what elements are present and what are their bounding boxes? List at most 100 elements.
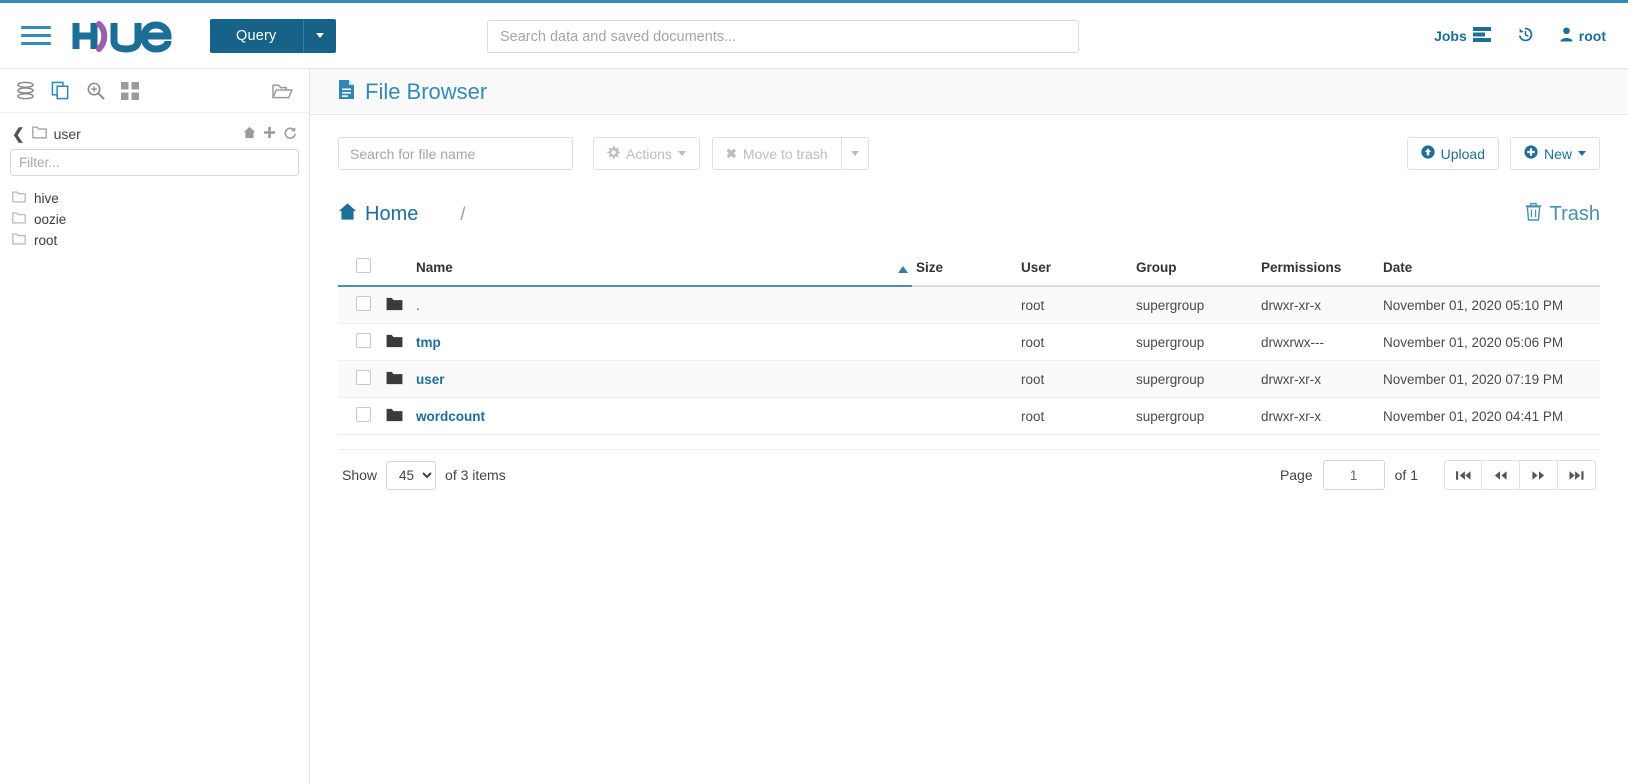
file-search-input[interactable] (338, 137, 573, 170)
assist-tree-item-oozie[interactable]: oozie (12, 209, 309, 230)
user-nav-item[interactable]: root (1560, 26, 1606, 45)
move-to-trash-button[interactable]: ✖ Move to trash (711, 137, 842, 170)
trash-link[interactable]: Trash (1525, 202, 1600, 227)
query-button[interactable]: Query (210, 18, 303, 53)
of-pages-label: of 1 (1394, 467, 1418, 483)
plus-icon[interactable] (263, 126, 276, 142)
row-checkbox[interactable] (356, 370, 371, 385)
table-row[interactable]: user root supergroup drwxr-xr-x November… (338, 360, 1600, 398)
row-date-cell: November 01, 2020 04:41 PM (1379, 397, 1600, 435)
user-icon (1560, 26, 1573, 45)
assist-breadcrumb-actions (243, 126, 297, 143)
breadcrumb-home[interactable]: Home (338, 202, 418, 227)
row-permissions-cell[interactable]: drwxr-xr-x (1257, 286, 1379, 324)
next-page-icon[interactable] (1520, 460, 1558, 490)
column-header-user-label: User (1021, 259, 1052, 275)
sort-ascending-icon (898, 261, 916, 276)
assist-tree-item-root[interactable]: root (12, 230, 309, 251)
column-header-size[interactable]: Size (898, 252, 1017, 287)
column-header-group-label: Group (1136, 259, 1177, 275)
column-header-group[interactable]: Group (1132, 252, 1257, 287)
folder-icon (12, 191, 26, 206)
move-to-trash-group: ✖ Move to trash (711, 137, 869, 170)
file-name[interactable]: user (416, 372, 445, 387)
home-icon[interactable] (243, 126, 256, 142)
assist-icon-toolbar (0, 69, 309, 113)
file-name[interactable]: . (416, 298, 420, 313)
file-name[interactable]: wordcount (416, 409, 485, 424)
file-toolbar: Actions ✖ Move to trash (338, 137, 1600, 170)
assist-tree-item-label: root (34, 233, 58, 248)
row-user-cell: root (1017, 397, 1132, 435)
table-pager: Show 45 of 3 items Page of 1 (338, 449, 1600, 490)
refresh-icon[interactable] (283, 126, 297, 143)
hue-logo[interactable] (62, 19, 182, 53)
folder-icon (386, 334, 403, 351)
query-button-group: Query (210, 18, 336, 53)
row-permissions-cell[interactable]: drwxr-xr-x (1257, 360, 1379, 398)
assist-filter-input[interactable] (10, 149, 299, 176)
upload-button[interactable]: Upload (1406, 137, 1499, 170)
column-header-user[interactable]: User (1017, 252, 1132, 287)
search-plus-icon[interactable] (86, 81, 105, 100)
column-header-permissions[interactable]: Permissions (1257, 252, 1379, 287)
open-folder-icon[interactable] (272, 81, 293, 100)
column-header-name-label: Name (416, 259, 453, 275)
documents-icon[interactable] (51, 81, 70, 100)
column-header-name[interactable]: Name (412, 252, 912, 287)
chevron-down-icon (850, 151, 859, 156)
table-row[interactable]: tmp root supergroup drwxrwx--- November … (338, 323, 1600, 361)
move-to-trash-label: Move to trash (742, 145, 828, 162)
row-group-cell: supergroup (1132, 397, 1257, 435)
row-permissions-cell[interactable]: drwxrwx--- (1257, 323, 1379, 361)
row-checkbox[interactable] (356, 333, 371, 348)
column-header-date[interactable]: Date (1379, 252, 1600, 287)
move-to-trash-dropdown-toggle[interactable] (841, 137, 869, 170)
first-page-icon[interactable] (1444, 460, 1482, 490)
actions-button[interactable]: Actions (593, 137, 700, 170)
file-list-body: . root supergroup drwxr-xr-x November 01… (338, 286, 1600, 435)
file-list-header-row: Name Size User Group Permissions Date (338, 252, 1600, 287)
table-row[interactable]: . root supergroup drwxr-xr-x November 01… (338, 286, 1600, 324)
last-page-icon[interactable] (1558, 460, 1596, 490)
navbar-right-group: Jobs root (1434, 26, 1606, 46)
select-all-checkbox[interactable] (356, 258, 371, 273)
table-row[interactable]: wordcount root supergroup drwxr-xr-x Nov… (338, 397, 1600, 435)
home-icon (338, 202, 357, 227)
row-name-cell: user (412, 360, 912, 398)
x-icon: ✖ (725, 145, 737, 161)
row-select-cell (338, 323, 382, 361)
global-search-input[interactable] (487, 20, 1079, 53)
query-dropdown-toggle[interactable] (302, 18, 336, 53)
new-button[interactable]: New (1509, 137, 1600, 170)
page-size-select[interactable]: 45 (386, 460, 437, 490)
database-icon[interactable] (16, 81, 35, 100)
pager-right-group: Page of 1 (1280, 460, 1596, 490)
user-label: root (1578, 27, 1606, 44)
prev-page-icon[interactable] (1482, 460, 1520, 490)
jobs-nav-item[interactable]: Jobs (1434, 26, 1491, 45)
chevron-left-icon[interactable]: ❮ (12, 125, 25, 143)
grid-icon[interactable] (121, 81, 139, 100)
assist-breadcrumb-label: user (53, 126, 81, 142)
file-name[interactable]: tmp (416, 335, 441, 350)
column-header-permissions-label: Permissions (1261, 259, 1342, 275)
assist-tree-item-hive[interactable]: hive (12, 188, 309, 209)
path-breadcrumb-bar: Home / Trash (338, 202, 1600, 227)
row-size-cell (912, 323, 1017, 361)
row-user-cell: root (1017, 286, 1132, 324)
history-nav-item[interactable] (1517, 26, 1534, 46)
row-checkbox[interactable] (356, 407, 371, 422)
row-checkbox[interactable] (356, 296, 371, 311)
assist-breadcrumb: ❮ user (0, 113, 309, 147)
hamburger-menu-icon[interactable] (0, 26, 62, 45)
history-clock-icon (1517, 26, 1534, 46)
row-permissions-cell[interactable]: drwxr-xr-x (1257, 397, 1379, 435)
assist-tree-item-label: hive (34, 191, 59, 206)
body-wrapper: ❮ user Filter... hive oozie root File Br… (0, 69, 1628, 784)
page-number-input[interactable] (1322, 460, 1385, 490)
row-user-cell: root (1017, 360, 1132, 398)
actions-label: Actions (626, 145, 672, 162)
row-size-cell (912, 286, 1017, 324)
page-title: File Browser (365, 78, 488, 104)
